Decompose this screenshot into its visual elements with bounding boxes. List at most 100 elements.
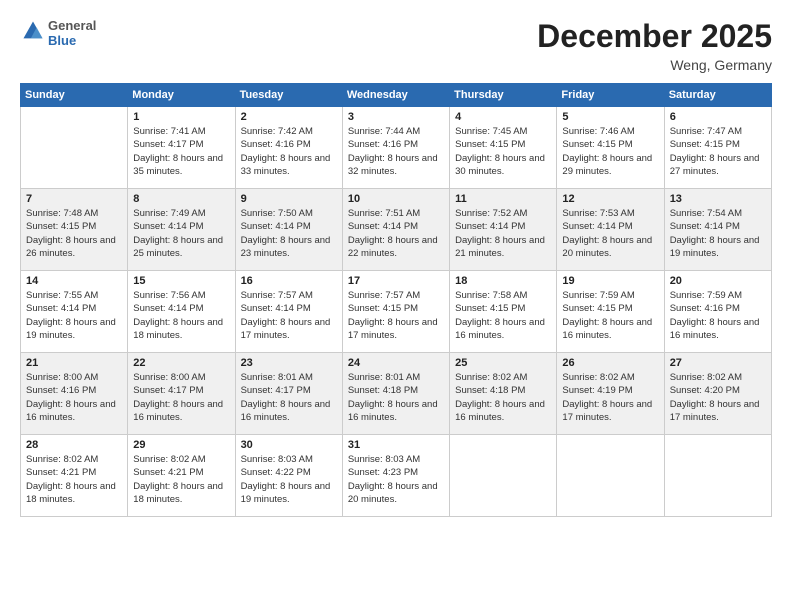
day-number: 29 <box>133 439 229 451</box>
day-cell-3-0: 21 Sunrise: 8:00 AM Sunset: 4:16 PM Dayl… <box>21 353 128 435</box>
day-number: 2 <box>241 111 337 123</box>
day-number: 25 <box>455 357 551 369</box>
sunrise-text: Sunrise: 7:56 AM <box>133 290 205 301</box>
day-info: Sunrise: 7:49 AM Sunset: 4:14 PM Dayligh… <box>133 207 229 260</box>
month-title: December 2025 <box>537 18 772 55</box>
day-number: 7 <box>26 193 122 205</box>
sunset-text: Sunset: 4:14 PM <box>348 221 418 232</box>
header-saturday: Saturday <box>664 84 771 107</box>
sunset-text: Sunset: 4:15 PM <box>562 303 632 314</box>
day-number: 10 <box>348 193 444 205</box>
header-monday: Monday <box>128 84 235 107</box>
day-info: Sunrise: 8:02 AM Sunset: 4:21 PM Dayligh… <box>133 453 229 506</box>
day-cell-2-1: 15 Sunrise: 7:56 AM Sunset: 4:14 PM Dayl… <box>128 271 235 353</box>
daylight-text: Daylight: 8 hours and 17 minutes. <box>670 399 760 423</box>
daylight-text: Daylight: 8 hours and 35 minutes. <box>133 153 223 177</box>
weekday-header-row: Sunday Monday Tuesday Wednesday Thursday… <box>21 84 772 107</box>
daylight-text: Daylight: 8 hours and 27 minutes. <box>670 153 760 177</box>
day-number: 20 <box>670 275 766 287</box>
sunrise-text: Sunrise: 8:02 AM <box>455 372 527 383</box>
header-friday: Friday <box>557 84 664 107</box>
sunset-text: Sunset: 4:14 PM <box>26 303 96 314</box>
day-cell-3-4: 25 Sunrise: 8:02 AM Sunset: 4:18 PM Dayl… <box>450 353 557 435</box>
sunrise-text: Sunrise: 7:54 AM <box>670 208 742 219</box>
sunrise-text: Sunrise: 7:57 AM <box>348 290 420 301</box>
day-info: Sunrise: 8:03 AM Sunset: 4:22 PM Dayligh… <box>241 453 337 506</box>
day-cell-0-4: 4 Sunrise: 7:45 AM Sunset: 4:15 PM Dayli… <box>450 107 557 189</box>
day-cell-4-1: 29 Sunrise: 8:02 AM Sunset: 4:21 PM Dayl… <box>128 435 235 517</box>
day-cell-1-1: 8 Sunrise: 7:49 AM Sunset: 4:14 PM Dayli… <box>128 189 235 271</box>
sunset-text: Sunset: 4:18 PM <box>455 385 525 396</box>
day-info: Sunrise: 8:02 AM Sunset: 4:18 PM Dayligh… <box>455 371 551 424</box>
day-number: 26 <box>562 357 658 369</box>
daylight-text: Daylight: 8 hours and 26 minutes. <box>26 235 116 259</box>
sunset-text: Sunset: 4:16 PM <box>670 303 740 314</box>
daylight-text: Daylight: 8 hours and 18 minutes. <box>133 481 223 505</box>
daylight-text: Daylight: 8 hours and 17 minutes. <box>241 317 331 341</box>
day-number: 14 <box>26 275 122 287</box>
day-cell-0-5: 5 Sunrise: 7:46 AM Sunset: 4:15 PM Dayli… <box>557 107 664 189</box>
day-info: Sunrise: 8:00 AM Sunset: 4:17 PM Dayligh… <box>133 371 229 424</box>
day-info: Sunrise: 7:45 AM Sunset: 4:15 PM Dayligh… <box>455 125 551 178</box>
sunset-text: Sunset: 4:16 PM <box>241 139 311 150</box>
logo: General Blue <box>20 18 96 48</box>
day-info: Sunrise: 8:02 AM Sunset: 4:19 PM Dayligh… <box>562 371 658 424</box>
day-cell-0-0 <box>21 107 128 189</box>
sunset-text: Sunset: 4:14 PM <box>455 221 525 232</box>
sunrise-text: Sunrise: 7:57 AM <box>241 290 313 301</box>
daylight-text: Daylight: 8 hours and 29 minutes. <box>562 153 652 177</box>
day-number: 16 <box>241 275 337 287</box>
day-number: 31 <box>348 439 444 451</box>
day-info: Sunrise: 8:03 AM Sunset: 4:23 PM Dayligh… <box>348 453 444 506</box>
calendar-page: General Blue December 2025 Weng, Germany… <box>0 0 792 612</box>
day-cell-3-1: 22 Sunrise: 8:00 AM Sunset: 4:17 PM Dayl… <box>128 353 235 435</box>
day-number: 3 <box>348 111 444 123</box>
daylight-text: Daylight: 8 hours and 18 minutes. <box>133 317 223 341</box>
daylight-text: Daylight: 8 hours and 17 minutes. <box>562 399 652 423</box>
week-row-4: 21 Sunrise: 8:00 AM Sunset: 4:16 PM Dayl… <box>21 353 772 435</box>
sunset-text: Sunset: 4:20 PM <box>670 385 740 396</box>
day-cell-0-1: 1 Sunrise: 7:41 AM Sunset: 4:17 PM Dayli… <box>128 107 235 189</box>
sunset-text: Sunset: 4:14 PM <box>133 221 203 232</box>
page-header: General Blue December 2025 Weng, Germany <box>20 18 772 73</box>
header-tuesday: Tuesday <box>235 84 342 107</box>
day-cell-1-2: 9 Sunrise: 7:50 AM Sunset: 4:14 PM Dayli… <box>235 189 342 271</box>
day-number: 9 <box>241 193 337 205</box>
day-info: Sunrise: 7:51 AM Sunset: 4:14 PM Dayligh… <box>348 207 444 260</box>
sunrise-text: Sunrise: 7:55 AM <box>26 290 98 301</box>
daylight-text: Daylight: 8 hours and 19 minutes. <box>241 481 331 505</box>
day-info: Sunrise: 7:44 AM Sunset: 4:16 PM Dayligh… <box>348 125 444 178</box>
daylight-text: Daylight: 8 hours and 16 minutes. <box>455 399 545 423</box>
sunset-text: Sunset: 4:14 PM <box>241 221 311 232</box>
day-cell-4-6 <box>664 435 771 517</box>
week-row-1: 1 Sunrise: 7:41 AM Sunset: 4:17 PM Dayli… <box>21 107 772 189</box>
day-number: 11 <box>455 193 551 205</box>
day-cell-1-3: 10 Sunrise: 7:51 AM Sunset: 4:14 PM Dayl… <box>342 189 449 271</box>
week-row-2: 7 Sunrise: 7:48 AM Sunset: 4:15 PM Dayli… <box>21 189 772 271</box>
day-info: Sunrise: 7:58 AM Sunset: 4:15 PM Dayligh… <box>455 289 551 342</box>
sunset-text: Sunset: 4:16 PM <box>348 139 418 150</box>
sunset-text: Sunset: 4:22 PM <box>241 467 311 478</box>
sunrise-text: Sunrise: 7:58 AM <box>455 290 527 301</box>
day-number: 23 <box>241 357 337 369</box>
daylight-text: Daylight: 8 hours and 32 minutes. <box>348 153 438 177</box>
sunset-text: Sunset: 4:16 PM <box>26 385 96 396</box>
day-number: 5 <box>562 111 658 123</box>
day-number: 1 <box>133 111 229 123</box>
daylight-text: Daylight: 8 hours and 23 minutes. <box>241 235 331 259</box>
day-number: 27 <box>670 357 766 369</box>
day-info: Sunrise: 7:59 AM Sunset: 4:16 PM Dayligh… <box>670 289 766 342</box>
day-info: Sunrise: 7:42 AM Sunset: 4:16 PM Dayligh… <box>241 125 337 178</box>
logo-blue-text: Blue <box>48 33 96 48</box>
sunrise-text: Sunrise: 8:01 AM <box>348 372 420 383</box>
daylight-text: Daylight: 8 hours and 19 minutes. <box>26 317 116 341</box>
day-info: Sunrise: 7:47 AM Sunset: 4:15 PM Dayligh… <box>670 125 766 178</box>
daylight-text: Daylight: 8 hours and 16 minutes. <box>241 399 331 423</box>
day-cell-2-3: 17 Sunrise: 7:57 AM Sunset: 4:15 PM Dayl… <box>342 271 449 353</box>
day-number: 24 <box>348 357 444 369</box>
sunrise-text: Sunrise: 8:03 AM <box>241 454 313 465</box>
day-cell-2-0: 14 Sunrise: 7:55 AM Sunset: 4:14 PM Dayl… <box>21 271 128 353</box>
sunset-text: Sunset: 4:23 PM <box>348 467 418 478</box>
day-cell-1-5: 12 Sunrise: 7:53 AM Sunset: 4:14 PM Dayl… <box>557 189 664 271</box>
day-info: Sunrise: 8:01 AM Sunset: 4:18 PM Dayligh… <box>348 371 444 424</box>
